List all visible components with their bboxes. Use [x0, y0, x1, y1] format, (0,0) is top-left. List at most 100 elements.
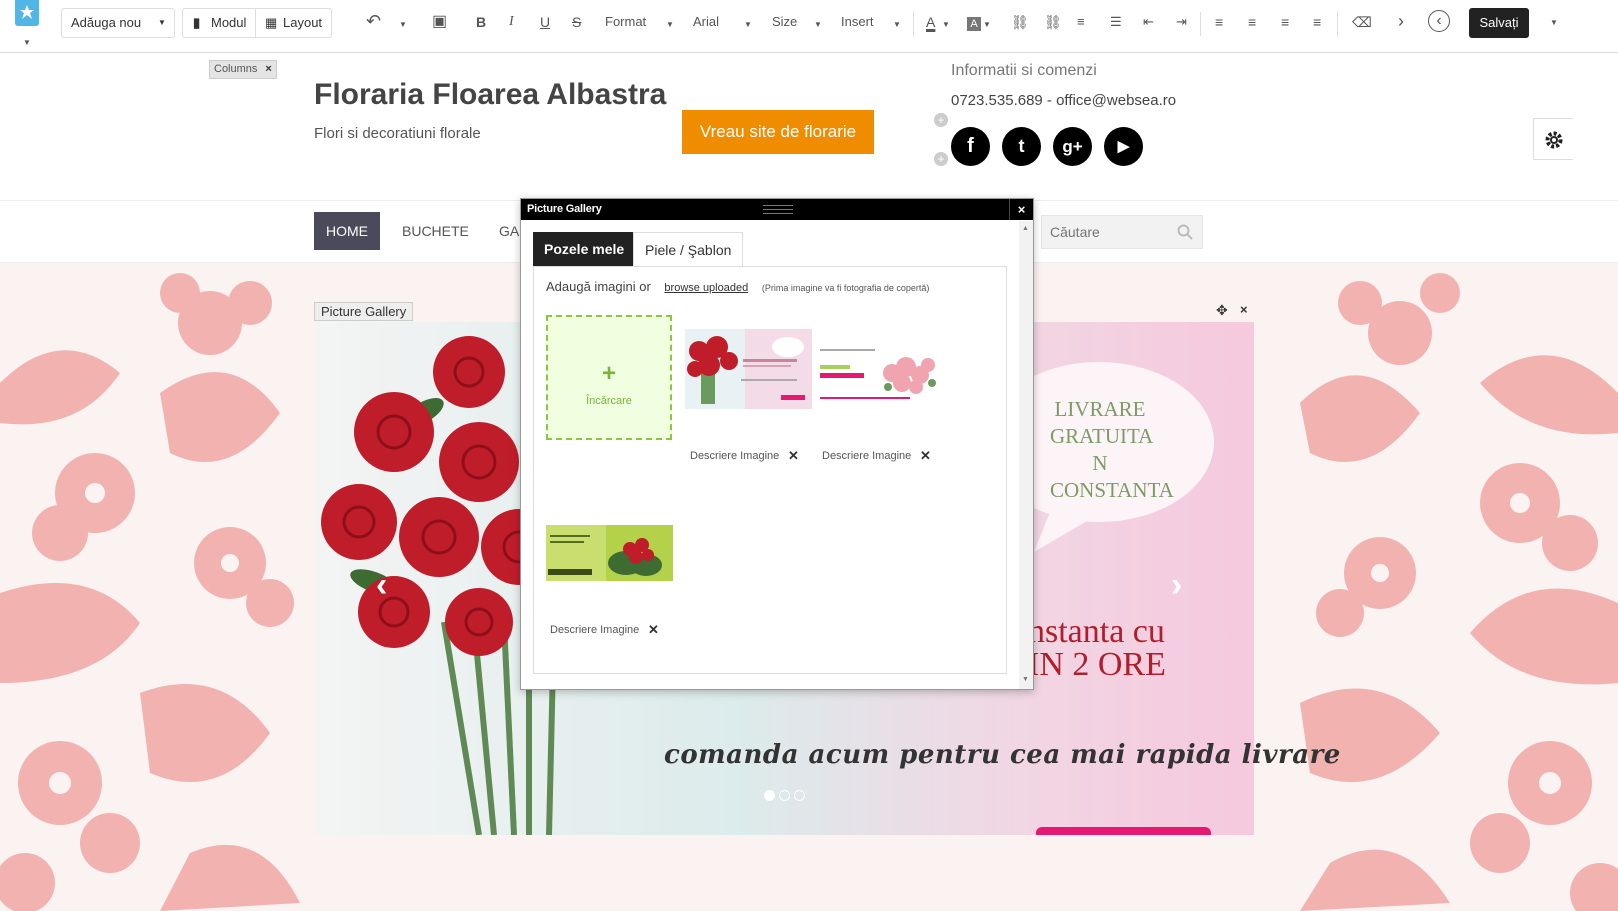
contact-details: 0723.535.689 - office@websea.ro: [951, 92, 1177, 109]
bullet-list-icon[interactable]: ☰: [1110, 14, 1122, 30]
remove-image-icon[interactable]: ✕: [648, 622, 659, 638]
nav-item-home[interactable]: HOME: [314, 212, 380, 250]
image-description[interactable]: Descriere Imagine: [822, 450, 911, 462]
search-icon[interactable]: [1177, 224, 1193, 240]
gallery-thumbnail[interactable]: [818, 329, 945, 409]
insert-dropdown[interactable]: Insert: [841, 14, 874, 29]
eraser-icon[interactable]: ⌫: [1352, 14, 1372, 31]
toolbar-divider: [913, 12, 914, 36]
bold-icon[interactable]: B: [476, 14, 486, 30]
text-color-chevron-icon[interactable]: ▼: [942, 20, 950, 29]
module-layout-group: ▮ Modul ▦ Layout: [182, 8, 332, 38]
logo-dropdown-icon[interactable]: ▼: [23, 38, 31, 47]
picture-gallery-tag[interactable]: Picture Gallery: [314, 302, 414, 321]
tab-skin-template[interactable]: Piele / Şablon: [633, 232, 744, 267]
gallery-thumbnail[interactable]: [546, 525, 673, 581]
layout-button[interactable]: ▦ Layout: [257, 9, 332, 37]
youtube-icon[interactable]: ▶: [1104, 127, 1143, 166]
chevron-right-icon[interactable]: ›: [1398, 11, 1404, 32]
format-dropdown[interactable]: Format: [605, 14, 646, 29]
add-row-icon[interactable]: +: [934, 152, 948, 166]
image-description[interactable]: Descriere Imagine: [690, 450, 779, 462]
back-circle-icon[interactable]: ‹: [1428, 10, 1450, 32]
google-plus-icon[interactable]: g+: [1053, 127, 1092, 166]
slider-prev-icon[interactable]: ‹: [376, 566, 387, 605]
slider-dot[interactable]: [779, 790, 790, 801]
upload-dropzone[interactable]: + Încărcare: [546, 315, 672, 440]
cover-note: (Prima imagine va fi fotografia de coper…: [761, 283, 930, 293]
unlink-icon[interactable]: ⛓: [1044, 14, 1062, 31]
settings-tab[interactable]: [1533, 118, 1573, 160]
slider-dot[interactable]: [794, 790, 805, 801]
save-dropdown-icon[interactable]: ▼: [1550, 18, 1558, 27]
slider-dot[interactable]: [764, 790, 775, 801]
link-icon[interactable]: ⛓: [1011, 14, 1029, 31]
font-dropdown[interactable]: Arial: [693, 14, 719, 29]
app-logo-icon[interactable]: [15, 0, 39, 26]
undo-dropdown-icon[interactable]: ▼: [399, 20, 407, 29]
upload-label: Încărcare: [586, 395, 632, 407]
move-icon[interactable]: ✥: [1216, 302, 1228, 319]
dialog-title: Picture Gallery: [527, 203, 602, 215]
size-dropdown[interactable]: Size: [772, 14, 797, 29]
contact-title: Informatii si comenzi: [951, 62, 1097, 79]
align-right-icon[interactable]: ≡: [1281, 14, 1289, 30]
slide-banner-text: LIVRARE GRATUITA N CONSTANTA: [1050, 396, 1174, 504]
undo-icon[interactable]: ↶: [366, 11, 381, 32]
tab-my-pictures[interactable]: Pozele mele: [533, 232, 636, 267]
add-new-dropdown[interactable]: Adăuga nou ▼: [61, 8, 175, 38]
scroll-up-icon[interactable]: ▲: [1022, 225, 1029, 232]
slider-next-icon[interactable]: ›: [1171, 566, 1182, 605]
nav-item-buchete[interactable]: BUCHETE: [390, 212, 481, 250]
outdent-icon[interactable]: ⇤: [1143, 14, 1154, 30]
save-button[interactable]: Salvați: [1469, 8, 1529, 38]
align-left-icon[interactable]: ≡: [1215, 14, 1223, 30]
chevron-down-icon: ▼: [158, 18, 166, 27]
site-title: Floraria Floarea Albastra: [314, 78, 667, 111]
cta-button[interactable]: Vreau site de florarie: [682, 110, 874, 154]
drag-handle-icon[interactable]: [763, 205, 793, 214]
remove-image-icon[interactable]: ✕: [788, 448, 799, 464]
add-images-line: Adaugă imagini or browse uploaded (Prima…: [546, 279, 929, 294]
facebook-icon[interactable]: f: [951, 127, 990, 166]
scroll-down-icon[interactable]: ▼: [1022, 676, 1029, 683]
background-color-icon[interactable]: A: [967, 17, 981, 31]
underline-icon[interactable]: U: [540, 14, 550, 30]
align-center-icon[interactable]: ≡: [1248, 14, 1256, 30]
layout-label: Layout: [283, 15, 323, 30]
text-color-icon[interactable]: A: [926, 14, 935, 30]
image-icon[interactable]: ▣: [432, 11, 447, 31]
slide-caption: comanda acum pentru cea mai rapida livra…: [664, 740, 1341, 770]
twitter-icon[interactable]: t: [1002, 127, 1041, 166]
add-row-icon[interactable]: +: [934, 113, 948, 127]
font-chevron-icon: ▼: [744, 20, 752, 29]
columns-tag[interactable]: Columns ×: [209, 60, 277, 79]
dialog-scrollbar[interactable]: ▲ ▼: [1019, 221, 1033, 689]
insert-chevron-icon: ▼: [893, 20, 901, 29]
slide-banner-line: N CONSTANTA: [1050, 451, 1174, 502]
indent-icon[interactable]: ⇥: [1176, 14, 1187, 30]
close-icon[interactable]: ×: [1009, 199, 1033, 220]
gear-icon: [1545, 131, 1563, 149]
background-color-chevron-icon[interactable]: ▼: [983, 20, 991, 29]
module-label: Modul: [211, 15, 247, 30]
search-input[interactable]: [1042, 216, 1172, 248]
module-button[interactable]: ▮ Modul: [183, 9, 256, 37]
close-icon[interactable]: ×: [265, 63, 271, 75]
strikethrough-icon[interactable]: S: [572, 14, 581, 30]
slide-banner-line: LIVRARE: [1054, 397, 1146, 421]
site-subtitle: Flori si decoratiuni florale: [314, 125, 481, 142]
toolbar-divider: [1200, 12, 1201, 36]
image-description[interactable]: Descriere Imagine: [550, 624, 639, 636]
remove-image-icon[interactable]: ✕: [920, 448, 931, 464]
gallery-thumbnail[interactable]: [685, 329, 812, 409]
browse-uploaded-link[interactable]: browse uploaded: [664, 282, 748, 294]
dialog-header[interactable]: Picture Gallery ×: [521, 199, 1033, 220]
close-icon[interactable]: ×: [1240, 302, 1248, 317]
slide-banner-line: GRATUITA: [1050, 424, 1154, 448]
numbered-list-icon[interactable]: ≡: [1077, 14, 1085, 29]
picture-gallery-dialog: Picture Gallery × ▲ ▼ Pozele mele Piele …: [520, 198, 1034, 690]
italic-icon[interactable]: I: [509, 14, 514, 30]
align-justify-icon[interactable]: ≡: [1313, 14, 1321, 30]
gallery-panel: Adaugă imagini or browse uploaded (Prima…: [533, 266, 1007, 674]
